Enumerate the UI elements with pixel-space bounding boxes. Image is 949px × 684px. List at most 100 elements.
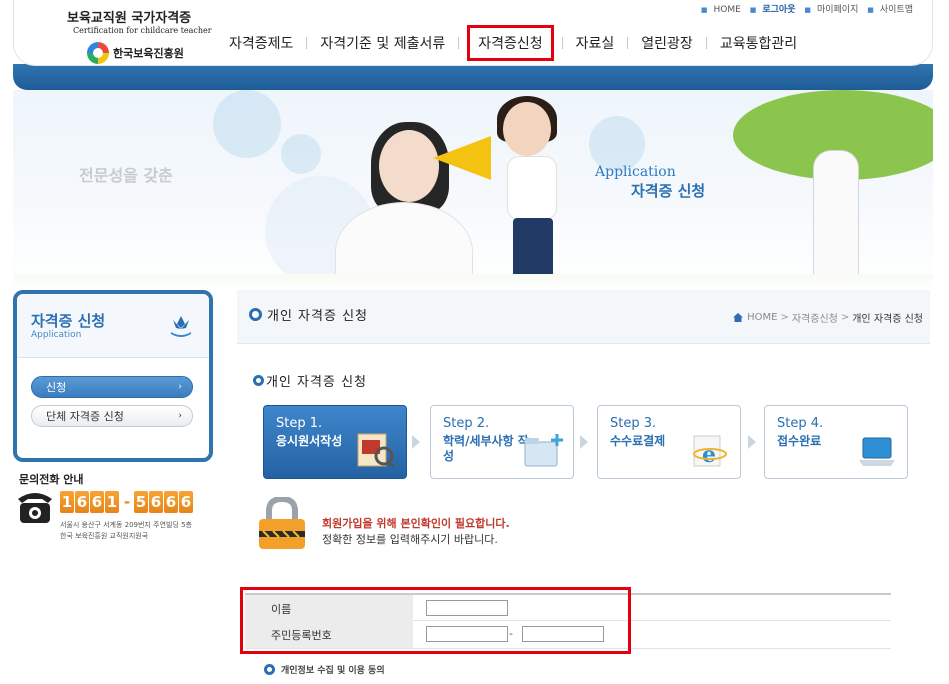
util-logout-link[interactable]: 로그아웃 [762,5,795,15]
phone-digit: 6 [149,491,163,513]
step-number: Step 1. [276,416,323,431]
banner-ground [13,274,933,290]
internet-explorer-icon: e [693,435,727,468]
folder-add-icon [524,434,563,467]
step-2: Step 2. 학력/세부사항 작성 [430,405,574,479]
step-number: Step 3. [610,416,657,431]
bullet-icon: ■ [700,6,708,14]
sidebar-item-apply[interactable]: 신청 › [31,376,193,398]
chevron-right-icon: › [178,411,182,421]
chevron-right-icon: › [178,382,182,392]
step-arrow-icon [412,435,420,449]
page-title: 개인 자격증 신청 [267,309,368,324]
banner-title-en: Application [595,164,676,180]
step-number: Step 4. [777,416,824,431]
decor-bubble [281,134,321,174]
section-title: 개인 자격증 신청 [266,375,367,390]
bullet-icon: ■ [867,6,874,14]
nav-divider [627,37,629,49]
sidebar-item-group-apply[interactable]: 단체 자격증 신청 › [31,405,193,427]
breadcrumb: HOME > 자격증신청 > 개인 자격증 신청 [733,310,923,325]
phone-digit: 6 [75,491,89,513]
step-arrow-icon [580,435,588,449]
nav-divider [458,37,460,49]
girl-body [507,156,557,220]
notice-warning: 회원가입을 위해 본인확인이 필요합니다. [322,517,510,530]
hero-banner: 전문성을 갖춘 Application 자격증 신청 [13,90,933,290]
nav-divider [705,37,707,49]
office-address: 서울시 용산구 서계동 209번지 주연빌딩 5층 [60,521,192,529]
title-bullet-icon [249,308,262,321]
phone-digit: 6 [179,491,193,513]
bullet-icon: ■ [749,6,757,14]
sidebar-item-label: 단체 자격증 신청 [46,410,124,423]
nav-divider [561,37,563,49]
sidebar: 자격증 신청 Application 신청 › 단체 자격증 신청 › [13,290,213,462]
phone-guide-label: 문의전화 안내 [19,473,84,486]
util-mypage-link[interactable]: 마이페이지 [817,5,858,15]
step-name: 학력/세부사항 작성 [443,434,529,463]
logo-title[interactable]: 보육교직원 국가자격증 [67,7,191,26]
nav-divider [306,37,308,49]
nav-item-certificate-application[interactable]: 자격증신청 [467,25,554,61]
org-name: 한국보육진흥원 [113,47,184,60]
sidebar-header: 자격증 신청 Application [17,294,209,358]
nav-item-open-forum[interactable]: 열린광장 [639,33,695,53]
org-logo[interactable]: 한국보육진흥원 [87,41,184,65]
privacy-bullet-icon [264,664,275,675]
phone-number: 1 6 6 1 - 5 6 6 6 [60,491,194,513]
girl-face [503,102,551,156]
util-home-link[interactable]: HOME [714,5,741,15]
phone-digit: 1 [60,491,74,513]
megaphone-icon [433,136,491,180]
padlock-icon [259,497,305,549]
sidebar-title: 자격증 신청 [31,312,106,330]
kcpi-logo-icon [87,42,109,64]
phone-dash: - [123,493,131,511]
notice-instruction: 정확한 정보를 입력해주시기 바랍니다. [322,533,498,546]
step-3: Step 3. 수수료결제 e [597,405,741,479]
step-name: 접수완료 [777,434,822,448]
nav-item-resources[interactable]: 자료실 [574,33,617,53]
application-form-icon [357,433,396,468]
phone-digit: 5 [134,491,148,513]
nav-item-qualification-criteria[interactable]: 자격기준 및 제출서류 [318,33,447,53]
nav-item-certification-system[interactable]: 자격증제도 [227,33,295,53]
banner-title-ko: 자격증 신청 [631,182,706,200]
decor-bubble [213,90,281,158]
phone-digit: 6 [164,491,178,513]
main-nav: 자격증제도 자격기준 및 제출서류 자격증신청 자료실 열린광장 교육통합관리 [227,25,799,61]
woman-face [379,130,439,202]
step-number: Step 2. [443,416,490,431]
phone-digit: 6 [90,491,104,513]
step-name: 응시원서작성 [276,434,343,448]
utility-links: ■ HOME ■ 로그아웃 ■ 마이페이지 ■ 사이트맵 [695,2,913,15]
breadcrumb-section[interactable]: 자격증신청 [792,310,838,325]
logo-subtitle: Certification for childcare teacher [73,26,212,35]
site-header: ■ HOME ■ 로그아웃 ■ 마이페이지 ■ 사이트맵 보육교직원 국가자격증 Cer… [13,0,933,90]
tree-trunk [813,150,859,290]
breadcrumb-separator-icon: > [840,312,850,323]
banner-slogan: 전문성을 갖춘 [79,166,173,185]
step-4: Step 4. 접수완료 [764,405,908,479]
util-sitemap-link[interactable]: 사이트맵 [880,5,913,15]
phone-digit: 1 [105,491,119,513]
breadcrumb-current: 개인 자격증 신청 [852,314,923,325]
bullet-icon: ■ [804,6,811,14]
sidebar-item-label: 신청 [46,381,67,394]
laptop-icon [859,437,895,466]
telephone-icon [18,493,52,523]
breadcrumb-home[interactable]: HOME [747,312,777,323]
home-icon [733,313,744,322]
step-arrow-icon [748,435,756,449]
nav-item-education-management[interactable]: 교육통합관리 [718,33,799,53]
sidebar-subtitle: Application [31,330,82,340]
step-1: Step 1. 응시원서작성 [263,405,407,479]
privacy-consent-title: 개인정보 수집 및 이용 동의 [281,666,385,676]
highlight-box [240,587,631,654]
step-name: 수수료결제 [610,434,666,448]
breadcrumb-separator-icon: > [780,312,789,323]
office-org: 한국 보육진흥원 교직원지원국 [60,532,149,540]
tulip-icon [171,316,191,337]
section-bullet-icon [253,375,264,386]
